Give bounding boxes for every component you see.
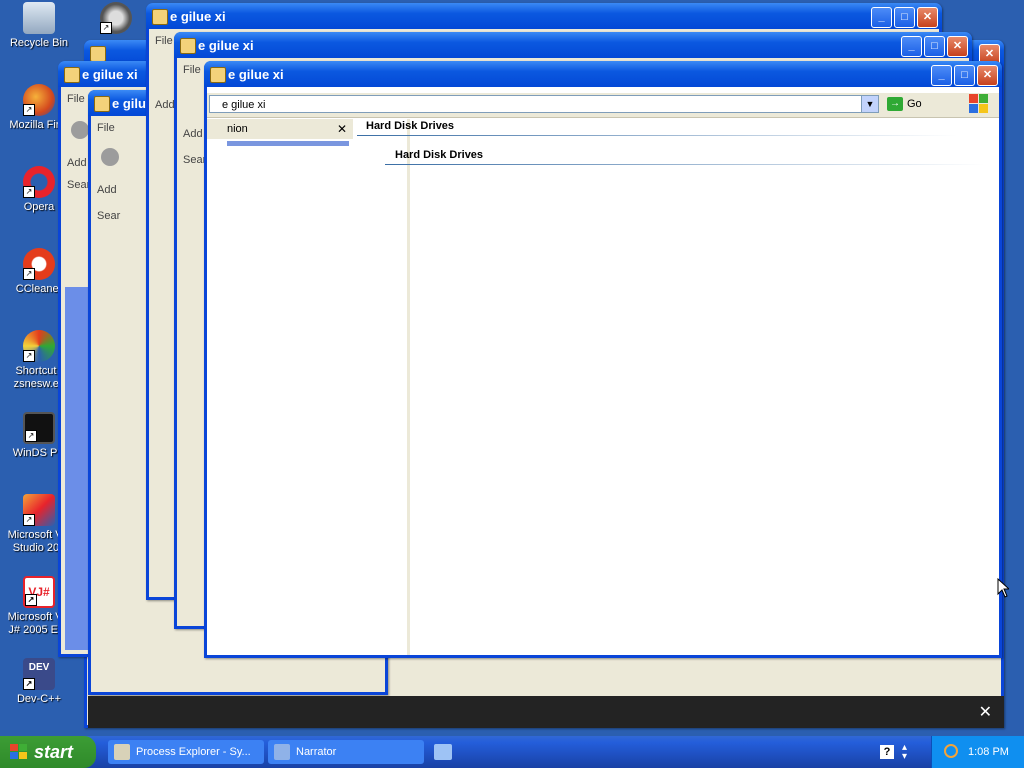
address-input[interactable]: e gilue xi ▼ [209,95,879,113]
menu-file[interactable]: File [155,35,173,47]
address-label: Add [97,184,117,196]
windows-logo-icon [10,744,28,760]
address-value: e gilue xi [222,99,266,111]
folder-icon [180,38,196,54]
folders-pane: nion ✕ [207,119,410,655]
address-label: Add [183,128,203,140]
maximize-button[interactable]: □ [894,7,915,28]
window-title: e gilue xi [170,9,226,24]
recycle-bin-icon [23,2,55,34]
shortcut-arrow-icon: ↗ [100,22,112,34]
desktop-icon-label: Recycle Bin [9,37,69,49]
folder-icon [94,96,110,112]
close-button[interactable]: ✕ [947,36,968,57]
desktop-icon-dev-cpp[interactable]: DEV ↗ Dev-C++ [0,658,78,706]
visual-studio-icon: ↗ [23,494,55,526]
search-label: Sear [67,179,91,191]
go-label: Go [907,98,922,110]
explorer-window-active[interactable]: e gilue xi _ □ ✕ e gilue xi ▼ → Go nion ✕ … [204,61,1002,658]
start-label: start [34,742,74,762]
title-bar[interactable]: e gilue xi [174,32,972,58]
narrator-icon [274,744,290,760]
search-label: Sear [97,210,121,222]
mouse-cursor-icon [997,578,1009,598]
go-arrow-icon: → [887,97,903,112]
desktop-icon-recycle-bin[interactable]: Recycle Bin [0,2,78,50]
address-label: Add [67,157,87,169]
group-divider-2 [385,164,985,165]
desktop-icon-label: Dev-C++ [16,693,62,705]
taskbar-button-narrator[interactable]: Narrator [268,740,424,764]
address-dropdown-icon[interactable]: ▼ [861,96,878,112]
go-button[interactable]: → Go [887,95,937,113]
title-bar[interactable]: e gilue xi [146,3,942,29]
find-bar-close-icon[interactable]: ✕ [979,702,992,722]
find-bar: ✕ [88,696,1004,728]
desktop: Recycle Bin ↗ Mozilla Firef ↗ Opera ↗ CC… [0,0,1024,736]
language-icon[interactable]: ▴ ▾ [902,743,916,762]
close-button[interactable]: ✕ [917,7,938,28]
window-title: e gilue xi [228,67,284,82]
taskbar-button-label: Process Explorer - Sy... [136,746,251,758]
taskbar-explorer-icon[interactable] [434,744,452,760]
folder-icon [152,9,168,25]
system-tray: 1:08 PM [931,736,1024,768]
zsnes-icon: ↗ [23,330,55,362]
shortcut-arrow-icon: ↗ [23,104,35,116]
ccleaner-icon: ↗ [23,248,55,280]
back-icon[interactable] [71,121,89,139]
maximize-button[interactable]: □ [924,36,945,57]
minimize-button[interactable]: _ [901,36,922,57]
minimize-button[interactable]: _ [931,65,952,86]
group-header-hard-disk-drives-2: Hard Disk Drives [395,149,484,161]
folders-pane-selection [227,141,349,146]
process-explorer-icon [114,744,130,760]
folder-icon [64,67,80,83]
shortcut-arrow-icon: ↗ [23,268,35,280]
help-icon[interactable]: ? [880,745,894,759]
shortcut-arrow-icon: ↗ [23,186,35,198]
search-tray-icon[interactable] [944,744,958,758]
taskbar-button-label: Narrator [296,746,337,758]
shortcut-arrow-icon: ↗ [23,514,35,526]
desktop-icon-raccoon[interactable]: ↗ [96,2,136,37]
address-label: Add [155,99,175,111]
menu-file[interactable]: File [67,93,85,105]
opera-icon: ↗ [23,166,55,198]
menu-file[interactable]: File [97,122,115,134]
back-icon[interactable] [101,148,119,166]
taskbar: start Process Explorer - Sy... Narrator … [0,736,1024,768]
menu-file[interactable]: File [183,64,201,76]
window-title: e gilue xi [198,38,254,53]
dev-cpp-icon: DEV ↗ [23,658,55,690]
folders-pane-header: nion [207,119,353,139]
raccoon-icon: ↗ [100,2,132,34]
folder-icon [210,67,226,83]
start-button[interactable]: start [0,736,96,768]
address-bar: e gilue xi ▼ → Go [207,93,999,118]
close-button[interactable]: ✕ [977,65,998,86]
window-title: e gilue xi [82,67,138,82]
maximize-button[interactable]: □ [954,65,975,86]
folder-icon [90,46,106,62]
group-divider [357,135,957,136]
taskbar-button-process-explorer[interactable]: Process Explorer - Sy... [108,740,264,764]
shortcut-arrow-icon: ↗ [23,350,35,362]
folders-pane-label: nion [227,123,248,135]
vj-icon: VJ# ↗ [23,576,55,608]
shortcut-arrow-icon: ↗ [23,678,35,690]
windows-logo-icon [969,94,989,114]
winds-icon: ↗ [23,412,55,444]
search-label: Sear [183,154,207,166]
firefox-icon: ↗ [23,84,55,116]
window-body: e gilue xi ▼ → Go nion ✕ Hard Disk Drives … [207,87,999,655]
title-bar[interactable]: e gilue xi [204,61,1002,87]
shortcut-arrow-icon: ↗ [25,430,37,442]
minimize-button[interactable]: _ [871,7,892,28]
folders-pane-close-icon[interactable]: ✕ [335,119,349,139]
clock: 1:08 PM [968,746,1009,758]
shortcut-arrow-icon: ↗ [25,594,37,606]
group-header-hard-disk-drives: Hard Disk Drives [366,120,455,132]
